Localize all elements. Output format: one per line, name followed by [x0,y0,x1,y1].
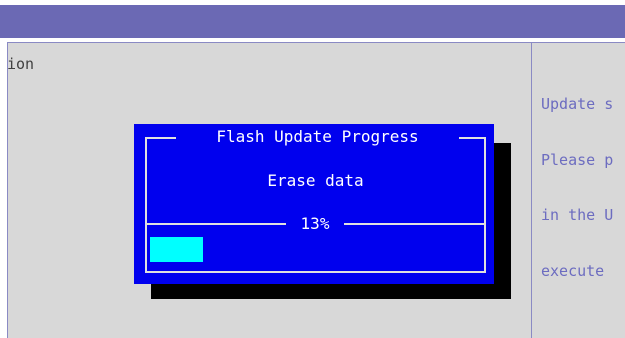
help-line: Please p [541,150,614,169]
help-panel: Update s Please p in the U execute [541,58,625,299]
progress-bar [150,237,481,262]
status-message: Erase data [267,171,364,190]
setting-label-fragment: ion [7,55,35,73]
progress-percent: 13% [286,213,344,235]
help-line: in the U [541,206,614,224]
top-header-bar [0,5,625,38]
dialog-title: Flash Update Progress [176,125,459,149]
progress-bar-fill [150,237,203,262]
help-line: Update s [541,95,614,113]
panel-divider [531,42,532,338]
help-line: execute [541,261,614,280]
